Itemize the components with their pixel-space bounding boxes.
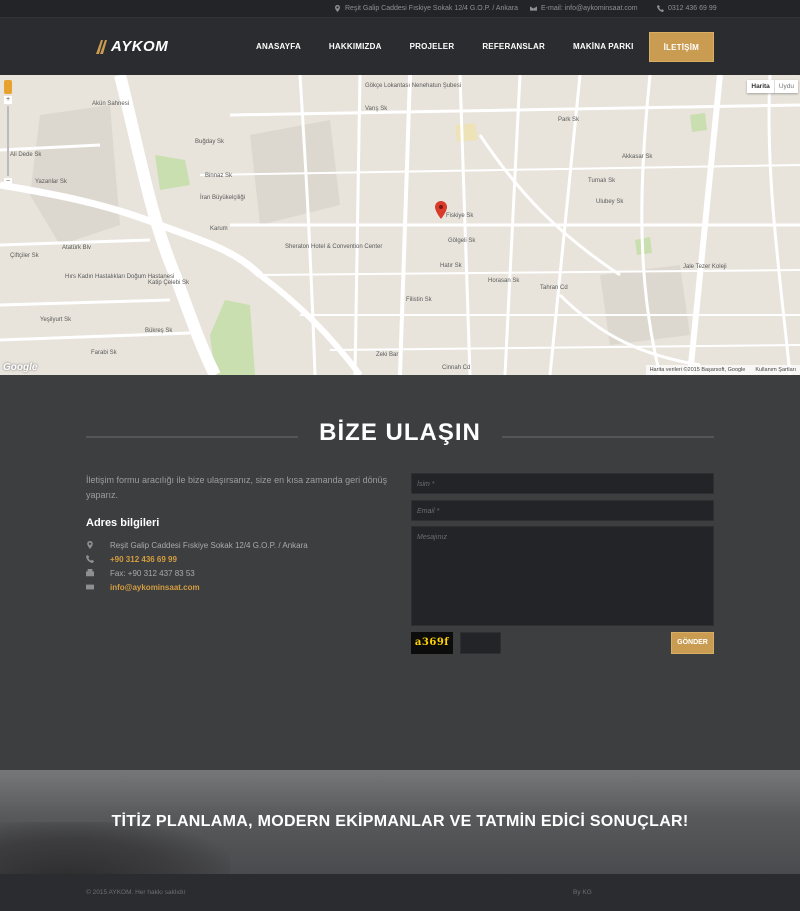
- map-label: Sheraton Hotel & Convention Center: [285, 244, 383, 250]
- map-label: Gölgeli Sk: [448, 238, 476, 244]
- address-title: Adres bilgileri: [86, 517, 160, 529]
- info-email[interactable]: info@aykominsaat.com: [86, 580, 308, 594]
- footer-copyright: © 2015 AYKOM. Her hakkı saklıdır: [86, 889, 186, 896]
- map-label: Katip Çelebi Sk: [148, 280, 190, 286]
- map-attribution-text: Harita verileri ©2015 Başarsoft, Google: [649, 367, 746, 373]
- captcha-image: a369f: [411, 632, 453, 654]
- logo-mark-icon: [96, 39, 107, 54]
- footer-credit[interactable]: By KG: [573, 889, 592, 896]
- map-label: Akkasar Sk: [622, 154, 653, 160]
- map-location-pin-icon[interactable]: [435, 201, 447, 219]
- info-fax: Fax: +90 312 437 83 53: [86, 566, 308, 580]
- map-label: Tahran Cd: [540, 285, 568, 291]
- contact-info-list: Reşit Galip Caddesi Fıskiye Sokak 12/4 G…: [86, 538, 308, 594]
- map-attribution: Harita verileri ©2015 Başarsoft, Google …: [645, 365, 800, 375]
- map-label: Zeki Bar: [376, 352, 399, 358]
- map-label: Atatürk Blv: [62, 245, 92, 251]
- topbar-address: Reşit Galip Caddesi Fıskiye Sokak 12/4 G…: [334, 5, 518, 12]
- map-label: Yeşilyurt Sk: [40, 317, 72, 323]
- fax-icon: [86, 569, 94, 577]
- captcha-input[interactable]: [460, 632, 501, 654]
- map-type-harita-button[interactable]: Harita: [747, 80, 773, 93]
- map-label: Ali Dede Sk: [10, 152, 42, 158]
- map-label: Ulubey Sk: [596, 199, 624, 205]
- zoom-out-button[interactable]: −: [4, 178, 12, 186]
- slogan-banner: TİTİZ PLANLAMA, MODERN EKİPMANLAR VE TAT…: [0, 770, 800, 874]
- map-label: Hatır Sk: [440, 263, 462, 269]
- google-logo[interactable]: Google: [3, 362, 37, 373]
- phone-icon: [86, 555, 94, 563]
- top-info-bar: Reşit Galip Caddesi Fıskiye Sokak 12/4 G…: [0, 0, 800, 17]
- map-label: Binnaz Sk: [205, 173, 233, 179]
- message-textarea[interactable]: Mesajınız: [411, 526, 714, 626]
- section-title: BİZE ULAŞIN: [319, 419, 481, 446]
- map-label: Cinnah Cd: [442, 365, 471, 371]
- zoom-in-button[interactable]: +: [4, 96, 12, 104]
- envelope-icon: [530, 6, 537, 11]
- email-input[interactable]: Email *: [411, 500, 714, 521]
- nav-projeler[interactable]: PROJELER: [396, 32, 469, 62]
- logo-text: AYKOM: [111, 38, 169, 55]
- topbar-phone-text: 0312 436 69 99: [668, 5, 717, 12]
- map-marker-icon: [335, 5, 340, 12]
- map-label: Çiftçiler Sk: [10, 253, 39, 259]
- contact-section: BİZE ULAŞIN İletişim formu aracılığı ile…: [0, 375, 800, 770]
- topbar-phone: 0312 436 69 99: [657, 5, 717, 12]
- map-label: Park Sk: [558, 117, 580, 123]
- topbar-email[interactable]: E-mail: info@aykominsaat.com: [530, 5, 638, 12]
- info-fax-text: Fax: +90 312 437 83 53: [110, 568, 195, 578]
- map-type-uydu-button[interactable]: Uydu: [773, 80, 798, 93]
- map-label: Horasan Sk: [488, 278, 520, 284]
- map-label: Turnalı Sk: [588, 178, 616, 184]
- map-label: Karum: [210, 226, 228, 232]
- name-input[interactable]: İsim *: [411, 473, 714, 494]
- banner-background: [0, 770, 800, 812]
- main-nav: ANASAYFA HAKKIMIZDA PROJELER REFERANSLAR…: [242, 32, 714, 62]
- title-divider-right: [502, 436, 714, 438]
- info-email-text[interactable]: info@aykominsaat.com: [110, 583, 200, 592]
- zoom-slider[interactable]: [7, 106, 9, 176]
- map-label: Farabi Sk: [91, 350, 117, 356]
- site-footer: © 2015 AYKOM. Her hakkı saklıdır By KG: [0, 874, 800, 911]
- site-header: AYKOM ANASAYFA HAKKIMIZDA PROJELER REFER…: [0, 17, 800, 75]
- send-button[interactable]: GÖNDER: [671, 632, 714, 654]
- nav-anasayfa[interactable]: ANASAYFA: [242, 32, 315, 62]
- contact-intro: İletişim formu aracılığı ile bize ulaşır…: [86, 475, 388, 500]
- map-label: Buğday Sk: [195, 139, 225, 145]
- map-label: Varış Sk: [365, 106, 388, 112]
- topbar-email-text[interactable]: E-mail: info@aykominsaat.com: [541, 5, 638, 12]
- nav-referanslar[interactable]: REFERANSLAR: [468, 32, 559, 62]
- map-type-switch: Harita Uydu: [747, 80, 798, 93]
- map-label: Yazanlar Sk: [35, 179, 67, 185]
- nav-hakkimizda[interactable]: HAKKIMIZDA: [315, 32, 396, 62]
- map-label: Fiskiye Sk: [446, 213, 474, 219]
- map-label: Filistin Sk: [406, 297, 432, 303]
- envelope-icon: [86, 584, 94, 590]
- banner-slogan: TİTİZ PLANLAMA, MODERN EKİPMANLAR VE TAT…: [111, 813, 689, 830]
- logo[interactable]: AYKOM: [96, 38, 168, 55]
- info-phone[interactable]: +90 312 436 69 99: [86, 552, 308, 566]
- topbar-address-text: Reşit Galip Caddesi Fıskiye Sokak 12/4 G…: [345, 5, 519, 12]
- map-label: Bükreş Sk: [145, 328, 173, 334]
- nav-makina-parki[interactable]: MAKİNA PARKI: [559, 32, 648, 62]
- info-address: Reşit Galip Caddesi Fıskiye Sokak 12/4 G…: [86, 538, 308, 552]
- map-marker-icon: [87, 541, 93, 549]
- info-address-text: Reşit Galip Caddesi Fıskiye Sokak 12/4 G…: [110, 540, 308, 550]
- phone-icon: [657, 5, 664, 12]
- map-label: Akün Sahnesi: [92, 101, 130, 107]
- map-zoom-controls: + −: [4, 80, 12, 186]
- street-view-pegman-icon[interactable]: [4, 80, 12, 94]
- map-label: Jale Tezer Koleji: [683, 264, 727, 270]
- map-terms-link[interactable]: Kullanım Şartları: [755, 367, 796, 373]
- map-label: Gökçe Lokantası Nenehatun Şubesi: [365, 83, 462, 89]
- nav-iletisim[interactable]: İLETİŞİM: [648, 32, 714, 62]
- google-map[interactable]: + − Harita Uydu Akün Sahnesi Gökçe Lokan…: [0, 75, 800, 375]
- info-phone-text[interactable]: +90 312 436 69 99: [110, 555, 177, 564]
- map-label: İran Büyükelçiliği: [200, 195, 246, 201]
- map-streets: [0, 75, 800, 375]
